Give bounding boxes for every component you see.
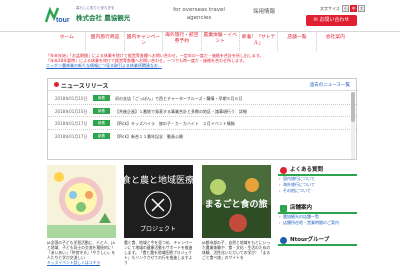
nav-overseas-travel[interactable]: 海外旅行・航空券予約: [163, 32, 202, 51]
overseas-agencies-link[interactable]: for overseas travel agencies: [168, 6, 230, 22]
global-nav: ホーム 国内旅行商品 国内キャンペーン 海外旅行・航空券予約 農業体験・イベント…: [48, 32, 354, 51]
news-archive-link[interactable]: 過去のニュース一覧: [310, 82, 350, 88]
card-description: JA全国の子ども学習活動に、人と人、JA と地域、子ども同士の交流を積極的に！「…: [47, 240, 116, 265]
card3-title: まるごと食の旅: [204, 198, 267, 210]
food-trip-illustration: まるごと食の旅: [202, 165, 271, 238]
card-description: JA都市部の子、自然と地域をもとにいった農業体験や、食・文化・生活のための体験、…: [202, 240, 271, 260]
group-icon: [280, 237, 287, 244]
card2-title: 食と農と地域医療: [124, 174, 193, 186]
nav-stores[interactable]: 店舗一覧: [278, 32, 317, 51]
notice-area: 「年末年始」「お盆期間」による休業を除けて経営等各種へお問い合わせ。一定年の一度…: [46, 53, 356, 72]
company-logo[interactable]: tour 暮らしに彩りと安らぎを 株式会社 農協観光: [44, 3, 139, 27]
logo-company-name: 株式会社 農協観光: [76, 14, 131, 22]
kids-event-illustration: [47, 165, 116, 238]
site-header: tour 暮らしに彩りと安らぎを 株式会社 農協観光 for overseas …: [0, 0, 400, 32]
feature-cards: JA全国の子ども学習活動に、人と人、JA と地域、子ども同士の交流を積極的に！「…: [47, 165, 271, 275]
news-date: 2018年01月10日: [55, 96, 88, 101]
group-section: Ntourグループ: [278, 235, 357, 246]
news-item[interactable]: 2018年01月10日 新着 初の支店「ごっぽん」で西とチャーターフルーズ・購情…: [48, 92, 356, 105]
stores-heading: 店舗案内: [278, 203, 357, 214]
news-text: 【共催企画】１番地で発表する事業合計と多数の地区・諸事項行う 詳細: [115, 108, 247, 114]
news-text: 【Pick】キッズハイラ 旅の子・カ・カハイト ２月イベント情報: [115, 121, 235, 127]
card-link[interactable]: キッズイベント詳しくはコチラ: [47, 260, 116, 265]
news-list: 2018年01月10日 新着 初の支店「ごっぽん」で西とチャーターフルーズ・購情…: [48, 92, 356, 142]
food-agri-project-banner[interactable]: 食と農と地域医療 プロジェクト: [124, 165, 193, 238]
faq-heading: よくある質問: [278, 165, 357, 176]
card-description: 農と食、地域と今を見つめ、キャンペーンにて地域の健康活動もサポートを推進します。…: [124, 240, 193, 265]
logo-tagline: 暮らしに彩りと安らぎを: [76, 6, 115, 10]
question-icon: [280, 167, 287, 174]
faq-section: よくある質問 国内旅行について 海外旅行について その他について: [278, 165, 357, 194]
feature-card[interactable]: まるごと食の旅 JA都市部の子、自然と地域をもとにいった農業体験や、食・文化・生…: [202, 165, 271, 275]
font-size-selector: 文字サイズ 小中大: [320, 5, 366, 12]
kids-event-banner[interactable]: [47, 165, 116, 238]
news-header: ニュースリリース 過去のニュース一覧: [48, 79, 356, 91]
news-title: ニュースリリース: [61, 83, 109, 90]
news-release-panel: ニュースリリース 過去のニュース一覧 2018年01月10日 新着 初の支店「ご…: [47, 78, 357, 160]
news-bullet-icon: [54, 82, 59, 87]
ntour-logo-icon: tour: [44, 6, 70, 24]
news-text: 【Pick】新合１１番年記念 動画公開: [115, 133, 183, 139]
nav-satoteru[interactable]: 新着！「サトテル」: [240, 32, 279, 51]
overseas-line1: for overseas travel: [173, 7, 225, 13]
font-size-label: 文字サイズ: [320, 6, 340, 11]
font-size-small-button[interactable]: 小: [342, 5, 350, 12]
food-agri-illustration: 食と農と地域医療 プロジェクト: [124, 165, 193, 238]
font-size-medium-button[interactable]: 中: [350, 5, 358, 12]
nav-company[interactable]: 会社案内: [317, 32, 354, 51]
store-icon: [280, 205, 287, 212]
svg-text:tour: tour: [56, 17, 70, 24]
news-date: 2018年01月17日: [55, 121, 88, 127]
store-hours-link[interactable]: 店舗所在地・営業時間のご案内: [278, 220, 357, 226]
news-item[interactable]: 2018年01月17日 新着 【Pick】新合１１番年記念 動画公開: [48, 130, 356, 143]
news-new-badge: 新着: [93, 120, 110, 127]
contact-button-label: お問い合わせ: [319, 17, 350, 23]
nav-farm-events[interactable]: 農業体験・イベント: [202, 32, 240, 51]
notice-link[interactable]: ニッポン農林業の新たな情報につ見る取引よる休業所関連なお…: [46, 63, 356, 68]
stores-section: 店舗案内 農協観光の店舗一覧 店舗所在地・営業時間のご案内: [278, 203, 357, 226]
nav-domestic-campaign[interactable]: 国内キャンペーン: [125, 32, 164, 51]
recruit-link[interactable]: 採用情報: [253, 7, 275, 15]
news-item[interactable]: 2018年01月17日 新着 【Pick】キッズハイラ 旅の子・カ・カハイト ２…: [48, 117, 356, 130]
feature-card[interactable]: JA全国の子ども学習活動に、人と人、JA と地域、子ども同士の交流を積極的に！「…: [47, 165, 116, 275]
nav-home[interactable]: ホーム: [48, 32, 87, 51]
contact-button[interactable]: ✉ お問い合わせ: [306, 15, 357, 26]
news-item[interactable]: 2018年01月10日 新着 【共催企画】１番地で発表する事業合計と多数の地区・…: [48, 105, 356, 118]
sidebar: よくある質問 国内旅行について 海外旅行について その他について 店舗案内 農協…: [278, 165, 357, 275]
faq-other-link[interactable]: その他について: [278, 188, 357, 194]
nav-domestic-products[interactable]: 国内旅行商品: [86, 32, 125, 51]
news-new-badge: 新着: [93, 107, 110, 114]
news-new-badge: 新着: [93, 132, 110, 139]
news-scrollbar[interactable]: [351, 92, 355, 159]
card2-subtitle: プロジェクト: [140, 226, 176, 233]
news-date: 2018年01月17日: [55, 133, 88, 139]
overseas-line2: agencies: [186, 15, 212, 21]
feature-card[interactable]: 食と農と地域医療 プロジェクト 農と食、地域と今を見つめ、キャンペーンにて地域の…: [124, 165, 193, 275]
marugoto-food-trip-banner[interactable]: まるごと食の旅: [202, 165, 271, 238]
news-date: 2018年01月10日: [55, 108, 88, 114]
font-size-large-button[interactable]: 大: [358, 5, 366, 12]
news-new-badge: 新着: [93, 95, 110, 101]
news-scrollbar-thumb[interactable]: [351, 92, 355, 122]
group-heading: Ntourグループ: [278, 235, 357, 246]
news-text: 初の支店「ごっぽん」で西とチャーターフルーズ・購情・早期５月６日: [115, 96, 243, 101]
